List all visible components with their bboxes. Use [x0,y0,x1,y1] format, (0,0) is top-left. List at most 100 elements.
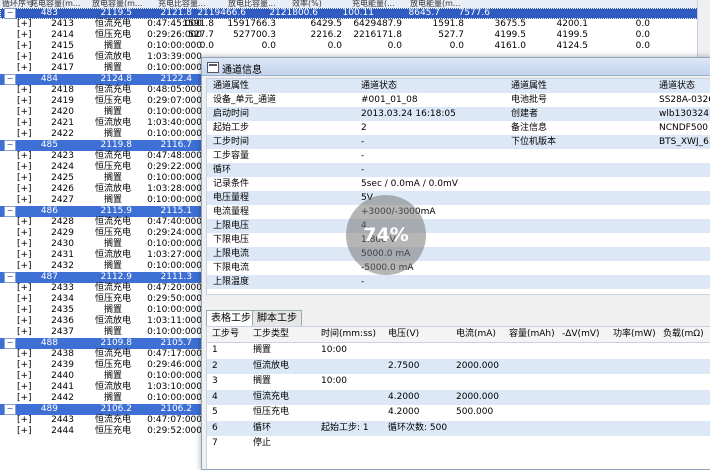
step-time: 0:47:17:000 [147,349,202,359]
expand-icon[interactable]: [+] [17,349,32,360]
step-column-header[interactable]: 工步类型 [253,327,289,342]
info-row: 上限电流5000.0 mA [207,247,710,261]
step-column-header[interactable]: 容量(mAh) [509,327,555,342]
expand-icon[interactable]: [+] [17,393,32,404]
capacity-charge-spec: 0.0 [261,41,276,51]
step-time: 起始工步: 1 [321,422,369,433]
expand-icon[interactable]: [+] [17,382,32,393]
expand-icon[interactable]: [+] [17,305,32,316]
expand-icon[interactable]: [+] [17,316,32,327]
expand-icon[interactable]: [+] [17,96,32,107]
expand-icon[interactable]: [+] [17,217,32,228]
expand-icon[interactable]: [+] [17,52,32,63]
voltage-end: 4199.5 [556,30,589,40]
expand-icon[interactable]: [+] [17,41,32,52]
tab-table-steps[interactable]: 表格工步 [206,310,256,327]
step-number: 2422 [51,129,74,139]
step-time: 0:10:00:000 [147,107,202,117]
tab-script-steps[interactable]: 脚本工步 [252,310,302,326]
capacity-charge-spec: 527700.3 [233,30,276,40]
step-row[interactable]: 6 循环 起始工步: 1 循环次数: 500 [207,420,710,436]
step-time: 0:10:00:000 [147,371,202,381]
step-column-header[interactable]: -ΔV(mV) [562,327,600,342]
info-key: 创建者 [511,109,539,119]
expand-icon[interactable]: [+] [17,63,32,74]
step-row[interactable]: 5 恒压充电 4.2000 500.000 [207,405,710,420]
step-row[interactable]: 4 恒流充电 4.2000 2000.000 [207,389,710,405]
collapse-icon[interactable]: − [4,140,16,151]
expand-icon[interactable]: [+] [17,371,32,382]
info-key: 工步时间 [213,137,250,147]
step-time: 0:47:07:000 [147,415,202,425]
expand-icon[interactable]: [+] [17,283,32,294]
step-column-header[interactable]: 电流(mA) [456,327,496,342]
step-row[interactable]: [+] 2415 搁置 0:10:00:000 0.0 0.0 0.0 0.0 0.0 4161.… [0,41,710,52]
expand-icon[interactable]: [+] [17,19,32,30]
info-row: 电流量程+3000/-3000mA [207,205,710,219]
step-row[interactable]: [+] 2413 恒流充电 0:47:45:000 1591.8 1591766.3 642… [0,19,710,30]
collapse-icon[interactable]: − [4,272,16,283]
step-voltage: 循环次数: 500 [388,422,448,433]
info-key: 上限电流 [213,249,250,259]
expand-icon[interactable]: [+] [17,118,32,129]
step-type: 恒压充电 [94,228,131,238]
collapse-icon[interactable]: − [4,206,16,217]
info-value: 2 [361,123,367,133]
step-type: 恒流充电 [253,391,290,402]
step-type: 搁置 [103,393,122,403]
expand-icon[interactable]: [+] [17,85,32,96]
expand-icon[interactable]: [+] [17,327,32,338]
step-time: 1:03:28:000 [147,184,202,194]
cycle-charge-spec: 2119466.6 [197,8,246,18]
expand-icon[interactable]: [+] [17,107,32,118]
step-row[interactable]: 7 停止 [207,436,710,451]
expand-icon[interactable]: [+] [17,30,32,41]
step-row[interactable]: 2 恒流放电 2.7500 2000.000 [207,358,710,374]
expand-icon[interactable]: [+] [17,294,32,305]
step-no: 7 [212,438,218,448]
step-time: 1:03:40:000 [147,118,202,128]
step-number: 2442 [51,393,74,403]
step-column-header[interactable]: 功率(mW) [613,327,656,342]
collapse-icon[interactable]: − [4,404,16,415]
step-column-header[interactable]: 时间(mm:ss) [321,327,376,342]
expand-icon[interactable]: [+] [17,129,32,140]
cycle-discharge-cap: 2116.7 [160,140,193,150]
info-key: 循环 [213,165,232,175]
cycle-row[interactable]: − 483 2119.5 2121.8 2119466.6 2121800.6 100.11… [0,8,710,19]
step-number: 2429 [51,228,74,238]
expand-icon[interactable]: [+] [17,250,32,261]
cycle-id: 489 [40,404,58,414]
cycle-discharge-cap: 2111.3 [160,272,193,282]
collapse-icon[interactable]: − [4,338,16,349]
step-number: 2437 [51,327,74,337]
collapse-icon[interactable]: − [4,74,16,85]
step-number: 2421 [51,118,74,128]
step-time: 1:03:39:000 [147,52,202,62]
expand-icon[interactable]: [+] [17,239,32,250]
expand-icon[interactable]: [+] [17,426,32,437]
voltage-start: 4161.0 [494,41,527,51]
step-row[interactable]: 1 搁置 10:00 [207,343,710,358]
step-type: 恒压充电 [94,360,131,370]
step-column-header[interactable]: 负载(mΩ) [663,327,704,342]
step-column-header[interactable]: 工步号 [212,327,239,342]
expand-icon[interactable]: [+] [17,173,32,184]
expand-icon[interactable]: [+] [17,415,32,426]
expand-icon[interactable]: [+] [17,162,32,173]
step-type: 恒流放电 [94,382,131,392]
expand-icon[interactable]: [+] [17,228,32,239]
expand-icon[interactable]: [+] [17,360,32,371]
capacity-val: 1591.8 [432,19,465,29]
expand-icon[interactable]: [+] [17,151,32,162]
step-row[interactable]: [+] 2414 恒压充电 0:29:26:000 527.7 527700.3 2216.… [0,30,710,41]
step-row[interactable]: 3 搁置 10:00 [207,374,710,389]
step-column-header[interactable]: 电压(V) [388,327,419,342]
collapse-icon[interactable]: − [4,8,16,19]
step-time: 0:10:00:000 [147,261,202,271]
step-type: 恒压充电 [253,407,290,417]
expand-icon[interactable]: [+] [17,195,32,206]
voltage-start: 3675.5 [494,19,527,29]
expand-icon[interactable]: [+] [17,261,32,272]
expand-icon[interactable]: [+] [17,184,32,195]
